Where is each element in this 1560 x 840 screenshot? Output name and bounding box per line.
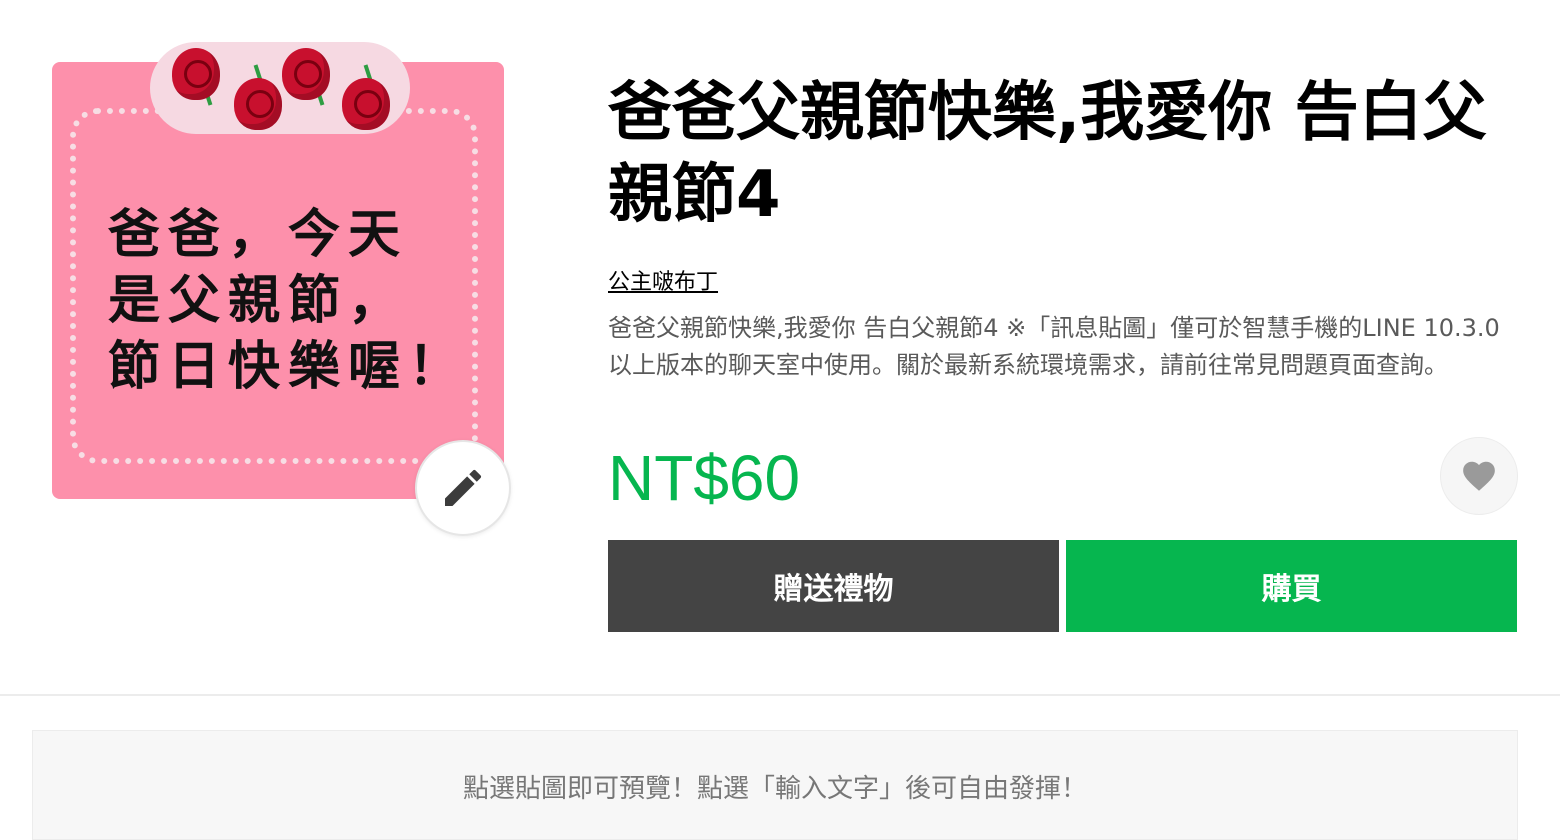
product-description: 爸爸父親節快樂,我愛你 告白父親節4 ※「訊息貼圖」僅可於智慧手機的LINE 1… bbox=[608, 314, 1500, 379]
gift-button[interactable]: 贈送禮物 bbox=[608, 540, 1059, 632]
rose-icon bbox=[342, 78, 390, 130]
preview-notice-text: 點選貼圖即可預覽！點選「輸入文字」後可自由發揮！ bbox=[462, 774, 1087, 804]
favorite-button[interactable] bbox=[1440, 437, 1518, 515]
product-info: 爸爸父親節快樂,我愛你 告白父親節4 公主啵布丁 爸爸父親節快樂,我愛你 告白父… bbox=[608, 72, 1518, 384]
rose-icon bbox=[172, 48, 220, 100]
rose-icon bbox=[234, 78, 282, 130]
author-link[interactable]: 公主啵布丁 bbox=[608, 268, 718, 298]
product-detail: 爸爸，今天 是父親節， 節日快樂喔！ 爸爸父親節快樂,我愛你 告白父親節4 公主… bbox=[0, 0, 1560, 696]
product-price: NT$60 bbox=[608, 442, 801, 514]
product-title: 爸爸父親節快樂,我愛你 告白父親節4 bbox=[608, 76, 1487, 232]
preview-notice-box: 點選貼圖即可預覽！點選「輸入文字」後可自由發揮！ bbox=[32, 730, 1518, 840]
pencil-icon bbox=[445, 469, 482, 506]
edit-text-button[interactable] bbox=[415, 440, 511, 536]
buy-button[interactable]: 購買 bbox=[1066, 540, 1517, 632]
heart-icon bbox=[1463, 461, 1495, 491]
rose-tape-decoration bbox=[150, 42, 410, 134]
section-divider bbox=[0, 694, 1560, 696]
sticker-image-text: 爸爸，今天 是父親節， 節日快樂喔！ bbox=[108, 205, 469, 397]
sticker-main-image[interactable]: 爸爸，今天 是父親節， 節日快樂喔！ bbox=[52, 42, 504, 502]
rose-icon bbox=[282, 48, 330, 100]
